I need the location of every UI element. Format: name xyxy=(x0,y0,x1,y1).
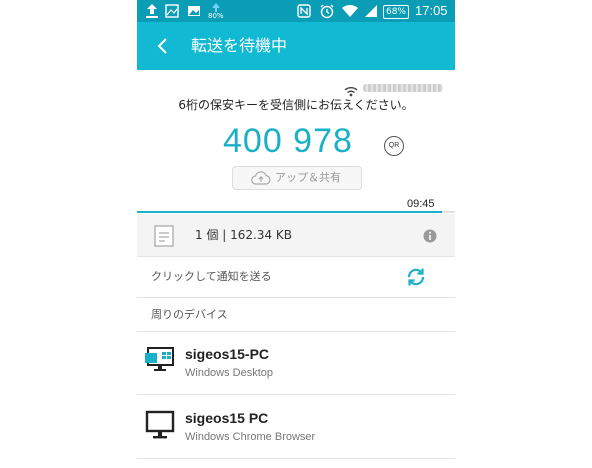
file-summary: 1 個 | 162.34 KB xyxy=(195,228,293,242)
upload-icon xyxy=(145,3,159,19)
windows-pc-icon xyxy=(145,346,175,378)
status-time: 17:05 xyxy=(415,3,448,18)
refresh-icon[interactable] xyxy=(405,266,427,292)
file-info-row[interactable]: 1 個 | 162.34 KB xyxy=(137,214,455,257)
device-type: Windows Desktop xyxy=(185,367,274,379)
image-icon xyxy=(165,3,179,19)
progress-bar xyxy=(137,211,455,213)
page-title: 転送を待機中 xyxy=(191,36,288,55)
countdown-timer: 09:45 xyxy=(407,198,435,210)
device-item[interactable]: sigeos15-PC Windows Desktop xyxy=(137,332,455,395)
signal-icon xyxy=(364,3,378,19)
app-bar: 転送を待機中 xyxy=(137,22,455,70)
back-arrow-icon[interactable] xyxy=(153,36,173,56)
battery-icon: 68% xyxy=(383,5,409,19)
gallery-icon xyxy=(187,3,201,19)
device-item[interactable]: sigeos15 PC Windows Chrome Browser xyxy=(137,396,455,459)
wifi-icon xyxy=(341,3,359,19)
cloud-upload-icon xyxy=(251,171,271,193)
progress-fill xyxy=(137,211,443,213)
network-name-redacted xyxy=(363,84,443,92)
alarm-icon xyxy=(319,3,335,19)
send-notification-row[interactable]: クリックして通知を送る xyxy=(137,257,455,298)
device-type: Windows Chrome Browser xyxy=(185,431,316,443)
send-notification-label: クリックして通知を送る xyxy=(151,270,272,283)
document-icon xyxy=(153,224,175,252)
battery-saver-label: 80% xyxy=(208,12,224,20)
info-icon[interactable] xyxy=(423,228,437,247)
nearby-devices-header: 周りのデバイス xyxy=(137,298,455,332)
share-label: アップ＆共有 xyxy=(275,171,341,184)
monitor-icon xyxy=(145,410,175,444)
status-bar: 80% 68% 17:05 xyxy=(137,0,455,22)
upload-share-button[interactable]: アップ＆共有 xyxy=(232,166,362,190)
nfc-icon xyxy=(297,3,311,19)
phone-screen: 80% 68% 17:05 転送を待機中 6桁の保安キーを受信側にお伝えください… xyxy=(137,0,455,468)
device-name: sigeos15 PC xyxy=(185,410,269,426)
nearby-devices-title: 周りのデバイス xyxy=(151,308,228,321)
instruction-text: 6桁の保安キーを受信側にお伝えください。 xyxy=(178,98,414,112)
device-name: sigeos15-PC xyxy=(185,346,270,362)
qr-button[interactable]: QR xyxy=(384,136,404,156)
security-key: 400 978 xyxy=(223,122,353,160)
